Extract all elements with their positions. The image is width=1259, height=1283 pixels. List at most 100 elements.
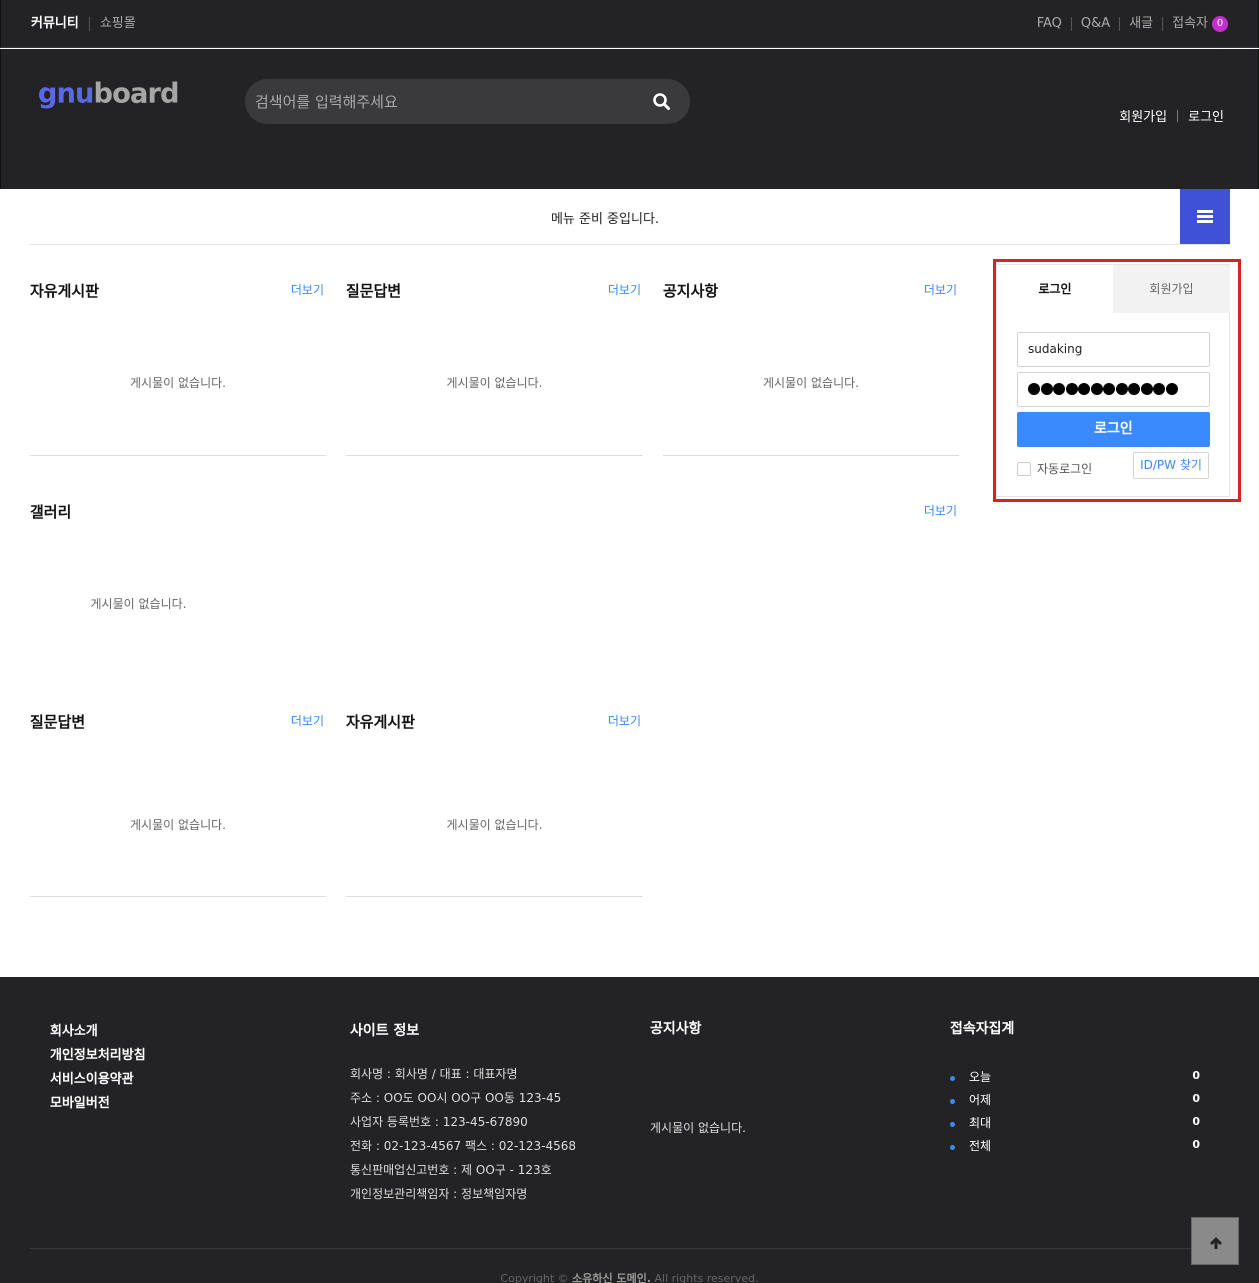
footer-link[interactable]: 서비스이용약관 [50, 1068, 146, 1092]
site-info-line: 통신판매업신고번호 : 제 OO구 - 123호 [350, 1163, 552, 1177]
site-info-line: 주소 : OO도 OO시 OO구 OO동 123-45 [350, 1091, 562, 1105]
board-qa: 질문답변 더보기 게시물이 없습니다. [346, 280, 643, 457]
password-dot [1165, 383, 1178, 395]
tab-login[interactable]: 로그인 [997, 265, 1113, 313]
footer-link[interactable]: 개인정보처리방침 [50, 1044, 146, 1068]
main-menu: 메뉴 준비 중입니다. [30, 189, 1230, 245]
board-free-2: 자유게시판 더보기 게시물이 없습니다. [346, 711, 643, 898]
divider [1119, 17, 1121, 31]
user-id-field[interactable]: sudaking [1017, 332, 1210, 367]
visitors-count-badge: 0 [1212, 16, 1228, 32]
password-dot [1028, 383, 1040, 395]
footer-notice-empty: 게시물이 없습니다. [650, 1121, 746, 1135]
all-menu-button[interactable] [1180, 189, 1230, 244]
visit-stat-value: 0 [1192, 1092, 1200, 1105]
site-info-line: 전화 : 02-123-4567 팩스 : 02-123-4568 [350, 1139, 577, 1153]
password-dot [1040, 383, 1053, 395]
header: gnuboard 검색어를 입력해주세요 회원가입 로그인 [0, 49, 1259, 189]
divider [663, 455, 959, 456]
bullet-icon [950, 1145, 955, 1150]
divider [1162, 17, 1164, 31]
password-dot [1053, 383, 1065, 395]
site-info-line: 회사명 : 회사명 / 대표 : 대표자명 [350, 1067, 518, 1081]
footer: 회사소개 개인정보처리방침 서비스이용약관 모바일버전 사이트 정보 회사명 : 회사… [0, 977, 1259, 1283]
tab-join[interactable]: 회원가입 [1113, 265, 1230, 313]
copyright-suffix: All rights reserved. [651, 1272, 759, 1283]
more-link[interactable]: 더보기 [608, 712, 641, 729]
site-info-title: 사이트 정보 [350, 1023, 420, 1039]
login-panel: 로그인 회원가입 sudaking 로그인 자동로그인 ID/PW 찾기 [996, 264, 1230, 497]
visit-stat-row: 최대 0 [950, 1114, 1200, 1137]
shop-link[interactable]: 쇼핑몰 [100, 15, 136, 33]
divider [30, 1248, 1230, 1249]
divider [346, 455, 643, 456]
board-qa-2: 질문답변 더보기 게시물이 없습니다. [30, 711, 326, 898]
arrow-up-icon [1210, 1237, 1222, 1249]
login-link[interactable]: 로그인 [1188, 106, 1224, 125]
bullet-icon [950, 1099, 955, 1104]
community-link[interactable]: 커뮤니티 [31, 15, 79, 33]
password-dot [1128, 383, 1140, 395]
visit-stat-label: 전체 [969, 1139, 992, 1153]
bullet-icon [950, 1122, 955, 1127]
visitors-link[interactable]: 접속자 [1172, 15, 1208, 33]
visit-stats-title: 접속자집계 [950, 1021, 1015, 1037]
faq-link[interactable]: FAQ [1037, 15, 1062, 33]
empty-message: 게시물이 없습니다. [130, 818, 226, 832]
join-link[interactable]: 회원가입 [1119, 106, 1167, 125]
footer-link[interactable]: 회사소개 [50, 1020, 146, 1044]
svg-text:gnuboard: gnuboard [38, 78, 179, 109]
empty-message: 게시물이 없습니다. [130, 376, 226, 390]
gnuboard-logo[interactable]: gnuboard [31, 75, 183, 115]
visit-stat-value: 0 [1192, 1138, 1200, 1151]
more-link[interactable]: 더보기 [608, 281, 641, 298]
footer-links: 회사소개 개인정보처리방침 서비스이용약관 모바일버전 [50, 1020, 146, 1116]
qa-link[interactable]: Q&A [1081, 15, 1110, 33]
board-title: 질문답변 [346, 282, 402, 300]
scroll-top-button[interactable] [1191, 1217, 1239, 1265]
board-free: 자유게시판 더보기 게시물이 없습니다. [30, 280, 326, 457]
visit-stats: 오늘 0 어제 0 최대 0 전체 0 [950, 1068, 1200, 1160]
search-input[interactable]: 검색어를 입력해주세요 [255, 91, 398, 112]
search-icon[interactable] [650, 90, 674, 114]
more-link[interactable]: 더보기 [924, 502, 957, 519]
auto-login-checkbox[interactable] [1017, 461, 1031, 476]
find-id-pw-button[interactable]: ID/PW 찾기 [1133, 452, 1209, 479]
visit-stat-label: 어제 [969, 1093, 992, 1107]
search-box[interactable]: 검색어를 입력해주세요 [245, 79, 690, 124]
site-info: 회사명 : 회사명 / 대표 : 대표자명주소 : OO도 OO시 OO구 OO… [350, 1062, 576, 1206]
auto-login-label: 자동로그인 [1037, 462, 1093, 476]
footer-link[interactable]: 모바일버전 [50, 1092, 146, 1116]
copyright-domain: 소유하신 도메인. [572, 1272, 652, 1283]
password-field[interactable] [1017, 372, 1210, 407]
password-dot [1140, 383, 1153, 395]
site-info-line: 사업자 등록번호 : 123-45-67890 [350, 1115, 528, 1129]
password-dot [1065, 383, 1078, 395]
password-dot [1090, 383, 1103, 395]
visit-stat-row: 어제 0 [950, 1091, 1200, 1114]
menu-empty-message: 메뉴 준비 중입니다. [550, 212, 660, 227]
more-link[interactable]: 더보기 [291, 281, 324, 298]
hamburger-icon [1197, 220, 1213, 223]
divider [88, 17, 90, 31]
login-button[interactable]: 로그인 [1017, 412, 1210, 447]
more-link[interactable]: 더보기 [291, 712, 324, 729]
empty-message: 게시물이 없습니다. [446, 376, 543, 390]
visit-stat-row: 전체 0 [950, 1137, 1200, 1160]
empty-message: 게시물이 없습니다. [763, 376, 859, 390]
top-nav-bar: 커뮤니티 쇼핑몰 FAQ Q&A 새글 접속자 0 [0, 0, 1259, 48]
empty-message: 게시물이 없습니다. [446, 818, 543, 832]
board-title: 자유게시판 [346, 713, 416, 731]
copyright: Copyright © 소유하신 도메인. All rights reserve… [0, 1270, 1259, 1283]
visit-stat-row: 오늘 0 [950, 1068, 1200, 1091]
divider [1070, 17, 1072, 31]
visit-stat-value: 0 [1192, 1069, 1200, 1082]
visit-stat-label: 오늘 [969, 1070, 992, 1084]
password-dot [1153, 383, 1165, 395]
new-posts-link[interactable]: 새글 [1129, 15, 1153, 33]
bullet-icon [950, 1076, 955, 1081]
board-title: 자유게시판 [30, 282, 100, 300]
more-link[interactable]: 더보기 [924, 281, 957, 298]
password-dot [1115, 383, 1128, 395]
hamburger-icon [1197, 215, 1213, 218]
